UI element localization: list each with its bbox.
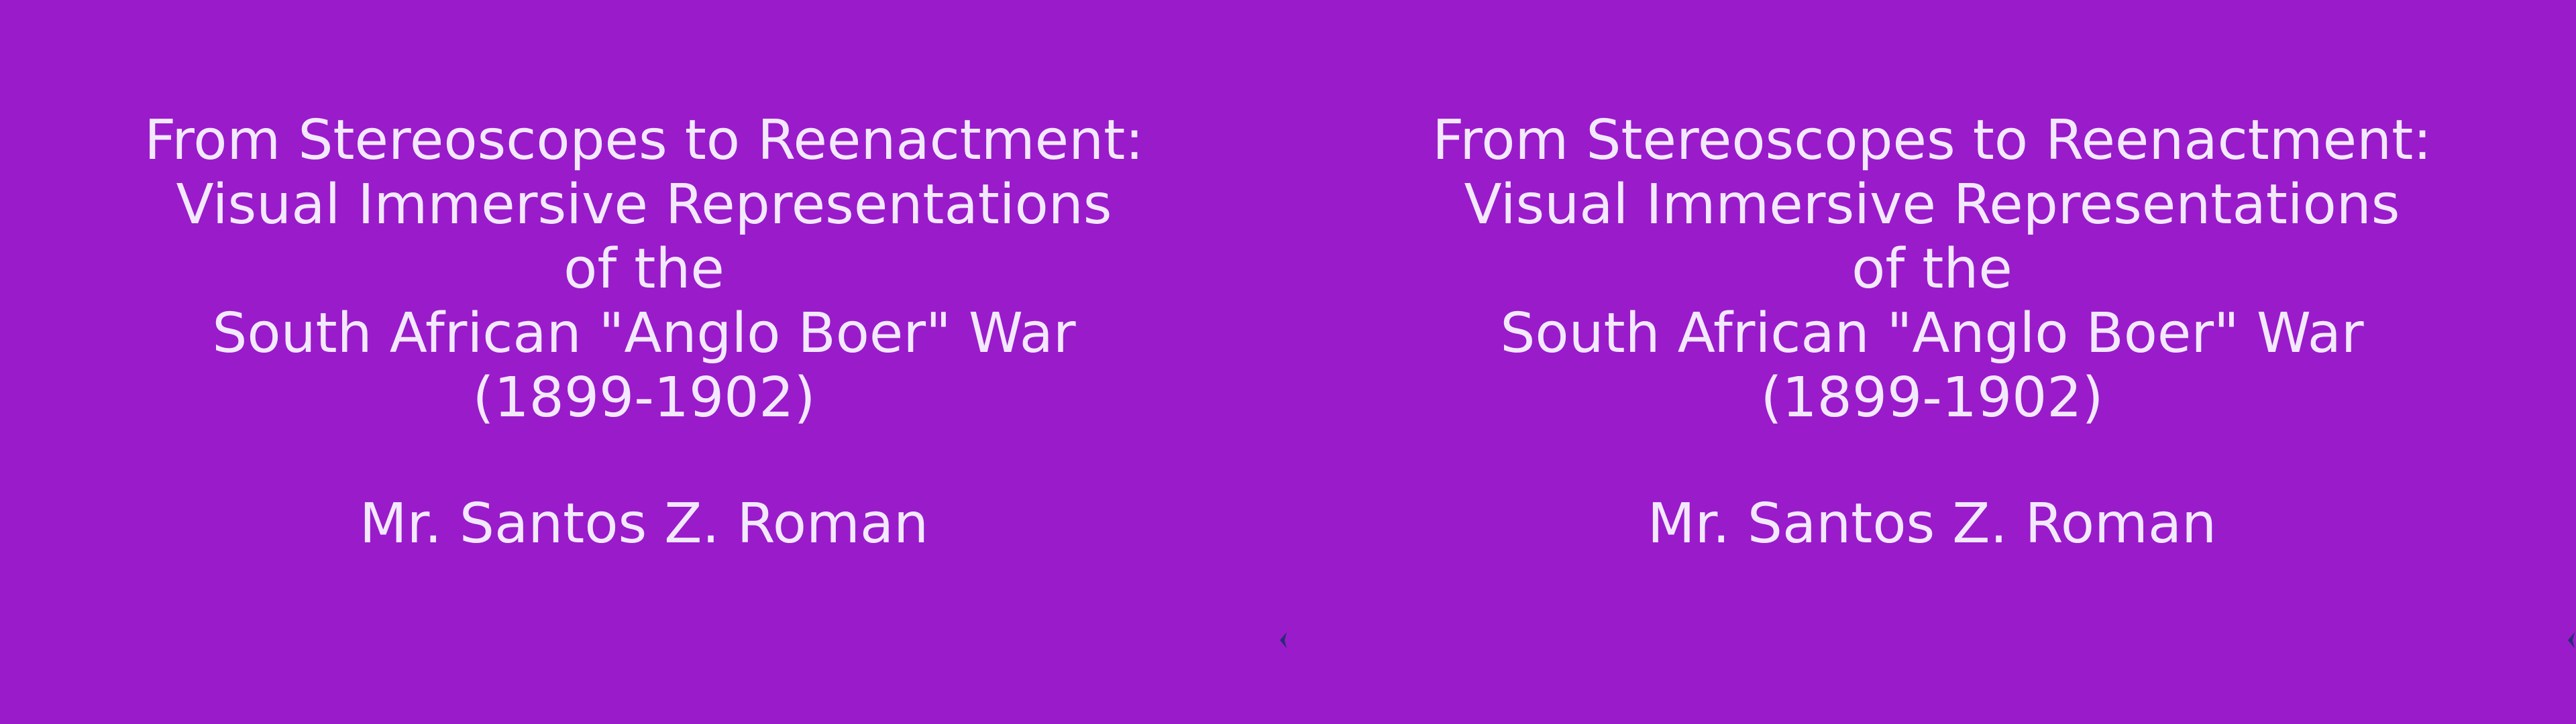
stereo-slide-viewer: From Stereoscopes to Reenactment: Visual… <box>0 0 2576 724</box>
title-line-5: (1899-1902) <box>472 366 816 430</box>
previous-slide-button[interactable] <box>2567 631 2576 650</box>
right-slide-panel: From Stereoscopes to Reenactment: Visual… <box>1288 0 2576 724</box>
chevron-left-icon <box>2568 632 2575 648</box>
title-line-1: From Stereoscopes to Reenactment: <box>144 109 1144 172</box>
title-line-3: of the <box>564 237 724 301</box>
title-line-2: Visual Immersive Representations <box>176 173 1112 237</box>
left-slide-panel: From Stereoscopes to Reenactment: Visual… <box>0 0 1288 724</box>
chevron-left-icon <box>1280 632 1287 648</box>
title-line-4: South African "Anglo Boer" War <box>1500 302 2364 365</box>
slide-title: From Stereoscopes to Reenactment: Visual… <box>1288 109 2576 430</box>
title-line-1: From Stereoscopes to Reenactment: <box>1432 109 2432 172</box>
slide-title: From Stereoscopes to Reenactment: Visual… <box>0 109 1288 430</box>
title-line-2: Visual Immersive Representations <box>1464 173 2400 237</box>
slide-author: Mr. Santos Z. Roman <box>1647 492 2217 556</box>
title-line-4: South African "Anglo Boer" War <box>212 302 1076 365</box>
previous-slide-button[interactable] <box>1279 631 1288 650</box>
slide-author: Mr. Santos Z. Roman <box>359 492 929 556</box>
title-line-3: of the <box>1851 237 2012 301</box>
title-line-5: (1899-1902) <box>1760 366 2104 430</box>
